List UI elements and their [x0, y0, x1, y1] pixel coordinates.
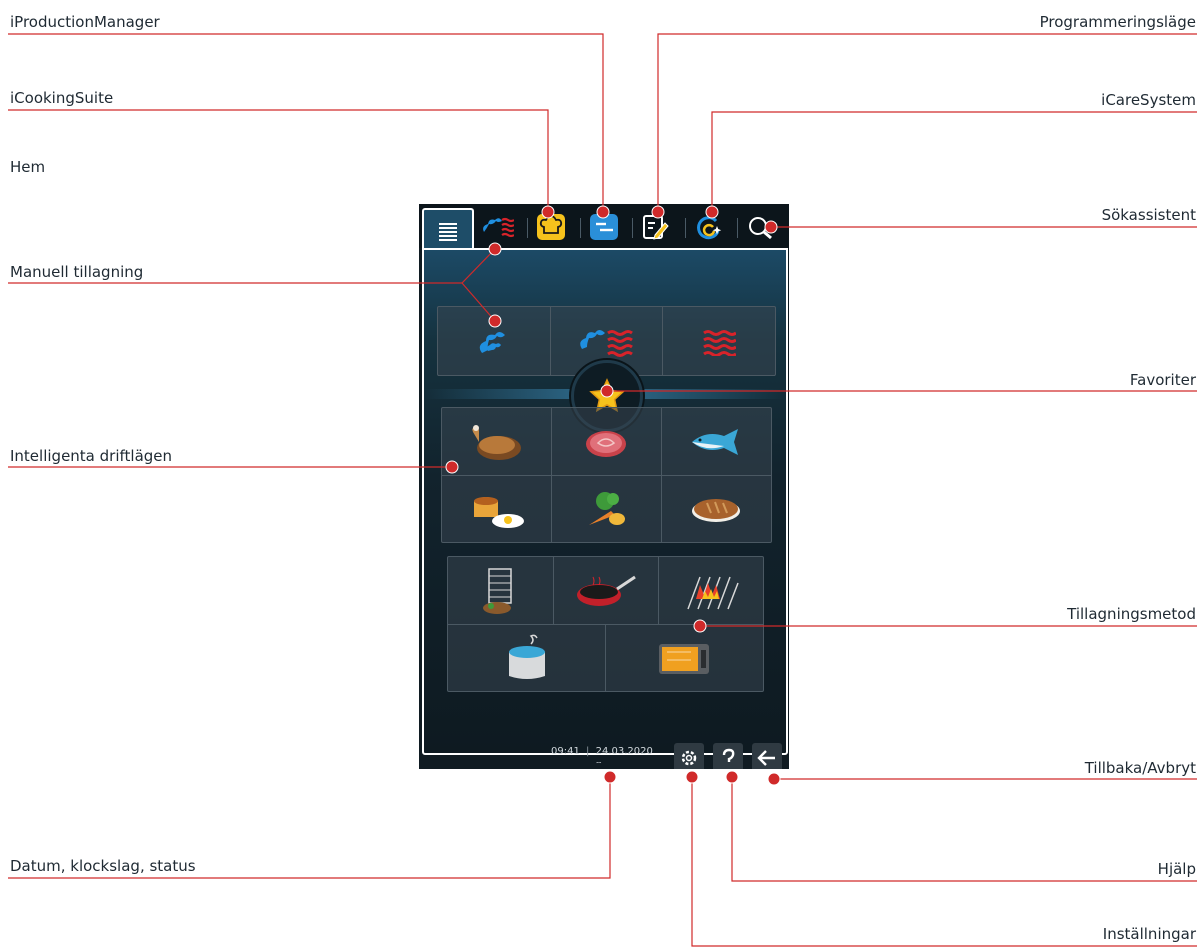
steam-convection-icon: [483, 217, 514, 238]
method-grill-button[interactable]: [658, 557, 763, 625]
label-icookingsuite: iCookingSuite: [10, 89, 114, 107]
egg-dessert-icon: [473, 496, 524, 528]
tab-icaresystem[interactable]: [687, 208, 731, 246]
tab-programmeringslage[interactable]: [634, 208, 678, 246]
mode-egg-dessert-button[interactable]: [442, 475, 552, 542]
method-pan-button[interactable]: [553, 557, 659, 625]
label-iproductionmanager: iProductionManager: [10, 13, 160, 31]
tab-separator: [580, 218, 581, 238]
mode-bread-button[interactable]: [661, 475, 771, 542]
oven-holding-icon: [659, 643, 709, 674]
tab-separator: [527, 218, 528, 238]
back-icon: [757, 750, 775, 766]
mode-vegetables-button[interactable]: [551, 475, 662, 542]
convection-heat-icon: [702, 330, 736, 356]
pan-frying-icon: [576, 575, 636, 606]
intelligent-modes-panel: [441, 407, 772, 543]
tab-icookingsuite[interactable]: [529, 208, 573, 246]
label-datum-klockslag-status: Datum, klockslag, status: [10, 857, 196, 875]
search-icon: [749, 217, 772, 240]
chef-hat-icon: [537, 214, 565, 240]
status-bar: 09:41 | 24.03.2020 ⌔: [419, 743, 789, 769]
mode-poultry-button[interactable]: [442, 408, 552, 476]
home-content: [422, 248, 788, 755]
care-system-icon: [697, 216, 722, 240]
label-sokassistent: Sökassistent: [1101, 206, 1196, 224]
device-screen: 09:41 | 24.03.2020 ⌔: [419, 204, 789, 769]
help-icon: [722, 748, 735, 762]
fish-icon: [692, 428, 738, 455]
tab-bar: [419, 204, 789, 252]
method-rack-button[interactable]: [448, 557, 554, 625]
grilling-icon: [686, 576, 739, 609]
settings-icon: [681, 750, 697, 766]
label-manuell-tillagning: Manuell tillagning: [10, 263, 144, 281]
settings-button[interactable]: [674, 743, 704, 769]
wifi-status-icon: ⌔: [595, 760, 603, 769]
tab-separator: [737, 218, 738, 238]
tab-iproductionmanager[interactable]: [582, 208, 626, 246]
label-programmeringslage: Programmeringsläge: [1039, 13, 1196, 31]
pot-boiling-icon: [508, 634, 545, 679]
tab-home[interactable]: [422, 208, 474, 252]
rack-food-icon: [482, 567, 512, 614]
pencil-notepad-icon: [643, 215, 669, 240]
datetime-display: 09:41 | 24.03.2020: [551, 746, 653, 757]
help-button[interactable]: [713, 743, 743, 769]
manual-steam-button[interactable]: [438, 307, 551, 376]
tab-search[interactable]: [739, 208, 783, 246]
method-pot-button[interactable]: [448, 624, 606, 691]
back-button[interactable]: [752, 743, 782, 769]
label-hem: Hem: [10, 158, 46, 176]
tab-manual-cooking[interactable]: [475, 208, 519, 246]
label-favoriter: Favoriter: [1129, 371, 1196, 389]
menu-icon: [439, 223, 457, 241]
poultry-icon: [471, 424, 521, 460]
meat-icon: [586, 430, 626, 457]
label-intelligenta-driftlagen: Intelligenta driftlägen: [10, 447, 173, 465]
label-icaresystem: iCareSystem: [1101, 91, 1196, 109]
label-tillbaka-avbryt: Tillbaka/Avbryt: [1084, 759, 1196, 777]
tab-separator: [685, 218, 686, 238]
mode-fish-button[interactable]: [661, 408, 771, 476]
cooking-methods-panel: [447, 556, 764, 692]
mode-meat-button[interactable]: [551, 408, 662, 476]
combi-steam-icon: [580, 330, 633, 357]
label-installningar: Inställningar: [1102, 925, 1196, 943]
steam-icon: [479, 332, 505, 353]
vegetables-icon: [589, 491, 625, 525]
method-oven-button[interactable]: [605, 624, 763, 691]
manual-convection-button[interactable]: [662, 307, 775, 376]
date-text: 24.03.2020: [595, 746, 653, 757]
bread-icon: [692, 498, 740, 522]
label-hjalp: Hjälp: [1157, 860, 1196, 878]
time-text: 09:41: [551, 746, 580, 757]
production-list-icon: [590, 214, 618, 240]
tab-separator: [632, 218, 633, 238]
label-tillagningsmetod: Tillagningsmetod: [1067, 605, 1196, 623]
